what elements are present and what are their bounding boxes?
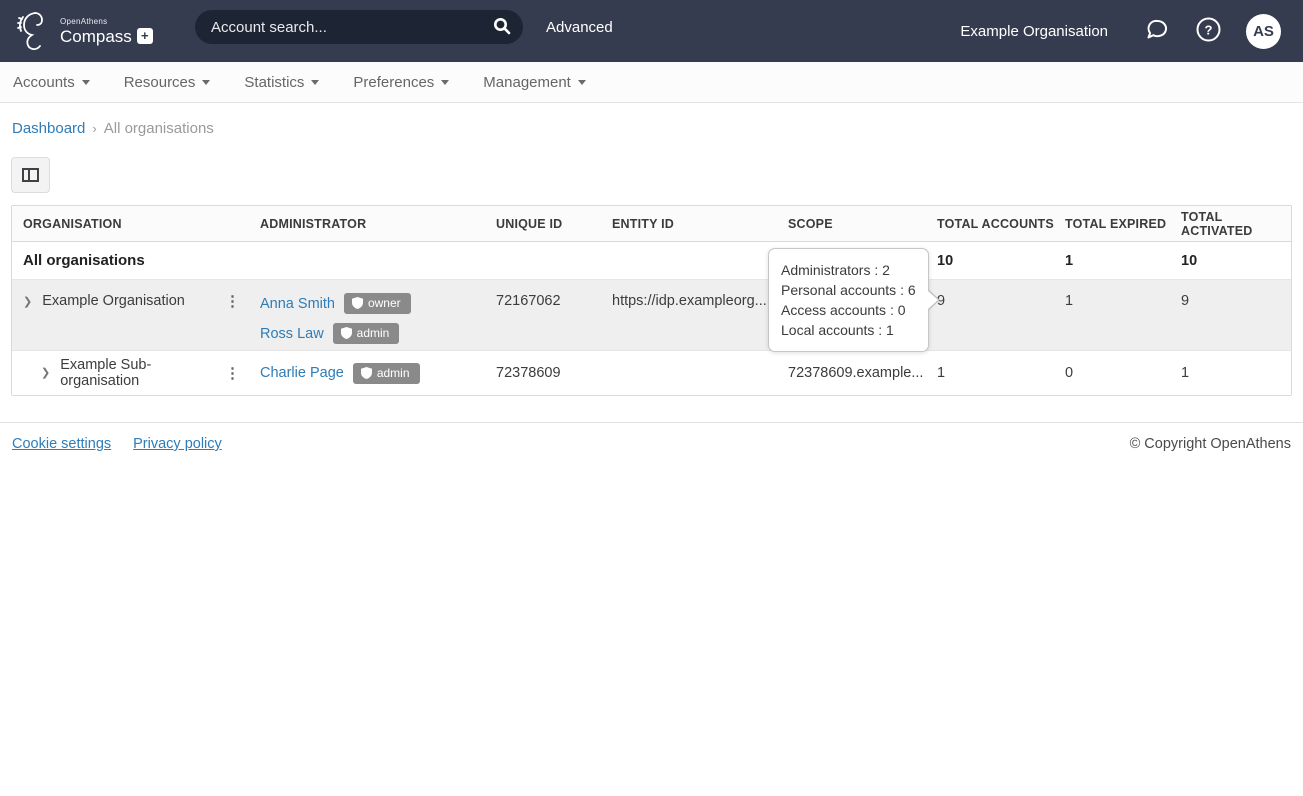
page-footer: Cookie settings Privacy policy © Copyrig… <box>0 422 1303 452</box>
privacy-policy-link[interactable]: Privacy policy <box>133 436 222 452</box>
table-columns-icon <box>22 168 39 182</box>
role-badge-admin: admin <box>333 323 400 344</box>
unique-id-value: 72378609 <box>496 365 612 381</box>
shield-icon <box>361 367 372 379</box>
chevron-down-icon <box>82 80 90 85</box>
role-badge-owner: owner <box>344 293 411 314</box>
total-accounts-value: 1 <box>937 365 1065 381</box>
organisation-name[interactable]: Example Sub-organisation <box>60 357 225 389</box>
help-circle-icon: ? <box>1195 16 1222 46</box>
table-row-all-organisations: All organisations 10 1 10 <box>12 242 1291 280</box>
nav-preferences[interactable]: Preferences <box>353 74 449 91</box>
tooltip-line: Administrators : 2 <box>781 260 916 280</box>
total-expired-value: 1 <box>1065 253 1181 269</box>
column-header-organisation: ORGANISATION <box>12 217 260 231</box>
column-header-entity-id: ENTITY ID <box>612 217 788 231</box>
unique-id-value: 72167062 <box>496 280 612 309</box>
logo-brand-text: OpenAthens <box>60 18 153 26</box>
help-button[interactable]: ? <box>1195 16 1222 46</box>
breadcrumb-current: All organisations <box>104 120 214 137</box>
column-header-total-activated: TOTAL ACTIVATED <box>1181 210 1293 238</box>
tooltip-line: Access accounts : 0 <box>781 300 916 320</box>
tooltip-line: Local accounts : 1 <box>781 320 916 340</box>
administrator-link[interactable]: Anna Smith <box>260 296 335 312</box>
chevron-down-icon <box>311 80 319 85</box>
cookie-settings-link[interactable]: Cookie settings <box>12 436 111 452</box>
nav-management[interactable]: Management <box>483 74 586 91</box>
administrator-link[interactable]: Ross Law <box>260 326 324 342</box>
column-header-total-expired: TOTAL EXPIRED <box>1065 217 1181 231</box>
total-expired-value: 0 <box>1065 365 1181 381</box>
organisations-table: ORGANISATION ADMINISTRATOR UNIQUE ID ENT… <box>11 205 1292 396</box>
total-activated-value: 10 <box>1181 253 1293 269</box>
user-avatar[interactable]: AS <box>1246 14 1281 49</box>
chevron-down-icon <box>202 80 210 85</box>
main-navigation: Accounts Resources Statistics Preference… <box>0 62 1303 103</box>
breadcrumb: Dashboard › All organisations <box>12 120 1303 137</box>
openathens-owl-logo-icon <box>14 8 54 54</box>
feedback-button[interactable] <box>1144 16 1171 46</box>
search-icon <box>493 17 511 38</box>
total-accounts-value: 9 <box>937 280 1065 309</box>
table-header-row: ORGANISATION ADMINISTRATOR UNIQUE ID ENT… <box>12 206 1291 242</box>
chevron-down-icon <box>578 80 586 85</box>
expand-row-icon[interactable]: ❯ <box>41 364 50 383</box>
shield-icon <box>341 327 352 339</box>
chat-bubble-icon <box>1144 16 1171 46</box>
column-header-unique-id: UNIQUE ID <box>496 217 612 231</box>
advanced-search-link[interactable]: Advanced <box>546 19 613 36</box>
column-settings-button[interactable] <box>11 157 50 193</box>
column-header-scope: SCOPE <box>788 217 937 231</box>
table-row-example-sub-organisation: ❯ Example Sub-organisation ⋮ Charlie Pag… <box>12 351 1291 395</box>
shield-icon <box>352 297 363 309</box>
nav-statistics[interactable]: Statistics <box>244 74 319 91</box>
nav-resources[interactable]: Resources <box>124 74 211 91</box>
nav-accounts[interactable]: Accounts <box>13 74 90 91</box>
account-search-input[interactable] <box>211 19 493 36</box>
account-search-box[interactable] <box>195 10 523 44</box>
administrator-link[interactable]: Charlie Page <box>260 365 344 381</box>
organisation-name[interactable]: Example Organisation <box>42 293 185 309</box>
tooltip-line: Personal accounts : 6 <box>781 280 916 300</box>
table-row-example-organisation: ❯ Example Organisation ⋮ Anna Smith owne… <box>12 280 1291 351</box>
search-button[interactable] <box>493 17 511 38</box>
expand-row-icon[interactable]: ❯ <box>23 293 32 312</box>
chevron-down-icon <box>441 80 449 85</box>
openathens-compass-logo[interactable]: OpenAthens Compass + <box>14 8 153 54</box>
copyright-text: © Copyright OpenAthens <box>1130 436 1291 452</box>
total-activated-value: 1 <box>1181 365 1293 381</box>
total-expired-value: 1 <box>1065 280 1181 309</box>
accounts-breakdown-tooltip: Administrators : 2 Personal accounts : 6… <box>768 248 929 352</box>
row-actions-kebab-icon[interactable]: ⋮ <box>225 365 240 382</box>
breadcrumb-separator-icon: › <box>92 121 96 136</box>
all-organisations-label: All organisations <box>12 252 260 269</box>
current-organisation-label: Example Organisation <box>960 23 1108 40</box>
breadcrumb-dashboard-link[interactable]: Dashboard <box>12 120 85 137</box>
row-actions-kebab-icon[interactable]: ⋮ <box>225 293 240 310</box>
total-accounts-value: 10 <box>937 253 1065 269</box>
column-header-total-accounts: TOTAL ACCOUNTS <box>937 217 1065 231</box>
total-activated-value: 9 <box>1181 280 1293 309</box>
compass-plus-badge-icon: + <box>137 28 153 44</box>
role-badge-admin: admin <box>353 363 420 384</box>
entity-id-value: https://idp.exampleorg.... <box>612 280 788 309</box>
scope-value: 72378609.example... <box>788 365 937 381</box>
top-header-bar: OpenAthens Compass + Advanced Example Or… <box>0 0 1303 62</box>
logo-product-text: Compass <box>60 28 132 45</box>
column-header-administrator: ADMINISTRATOR <box>260 217 496 231</box>
svg-text:?: ? <box>1205 23 1213 38</box>
